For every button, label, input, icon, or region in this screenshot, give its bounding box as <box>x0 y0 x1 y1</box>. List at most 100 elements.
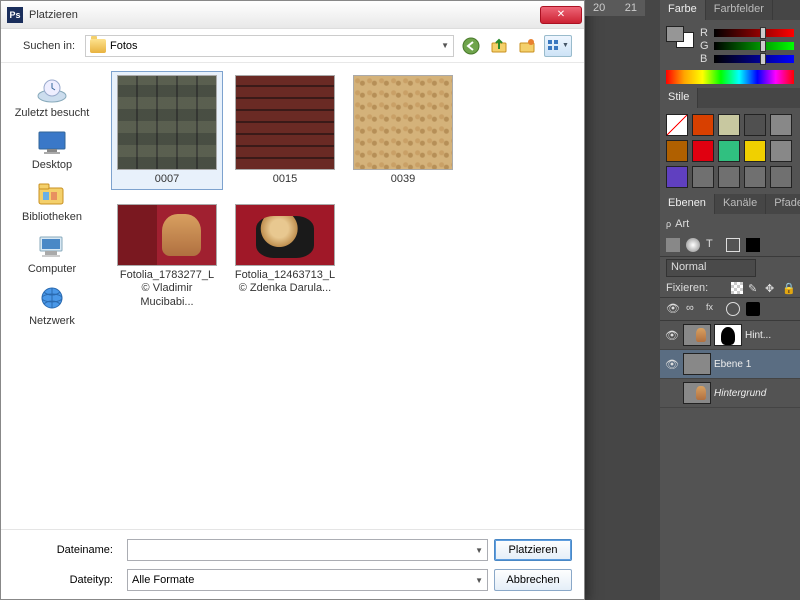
thumbnail-image <box>353 75 453 170</box>
layer-row[interactable]: 👁 Ebene 1 <box>660 350 800 379</box>
layer-name: Ebene 1 <box>714 359 796 370</box>
cancel-button[interactable]: Abbrechen <box>494 569 572 591</box>
chevron-down-icon: ▼ <box>475 546 483 555</box>
place-button[interactable]: Platzieren <box>494 539 572 561</box>
tab-kanaele[interactable]: Kanäle <box>715 194 766 214</box>
sidebar-item-network[interactable]: Netzwerk <box>29 283 75 327</box>
filter-adjust-icon[interactable] <box>686 238 700 252</box>
style-swatch[interactable] <box>744 166 766 188</box>
thumbnail-caption: 0007 <box>155 173 179 186</box>
style-swatch[interactable] <box>666 140 688 162</box>
sidebar-item-libraries[interactable]: Bibliotheken <box>22 179 82 223</box>
style-swatch[interactable] <box>744 140 766 162</box>
folder-select[interactable]: Fotos ▼ <box>85 35 454 57</box>
view-menu-button[interactable]: ▼ <box>544 35 572 57</box>
slider-r[interactable] <box>714 29 794 37</box>
spectrum-bar[interactable] <box>666 70 794 84</box>
sidebar-item-label: Bibliotheken <box>22 211 82 223</box>
tab-ebenen[interactable]: Ebenen <box>660 194 715 214</box>
style-swatch[interactable] <box>666 114 688 136</box>
sidebar-item-computer[interactable]: Computer <box>28 231 76 275</box>
thumbnail-item[interactable]: 0039 <box>347 71 459 190</box>
view-grid-icon <box>547 39 561 53</box>
filter-pixel-icon[interactable] <box>666 238 680 252</box>
chevron-down-icon: ▼ <box>562 42 569 49</box>
thumbnail-item[interactable]: Fotolia_1783277_L © Vladimir Mucibabi... <box>111 200 223 313</box>
style-swatch[interactable] <box>692 166 714 188</box>
thumbnail-item[interactable]: Fotolia_12463713_L © Zdenka Darula... <box>229 200 341 313</box>
mask-icon[interactable] <box>726 302 740 316</box>
back-icon <box>462 37 480 55</box>
filter-shape-icon[interactable] <box>726 238 740 252</box>
chevron-down-icon: ▼ <box>475 576 483 585</box>
tab-stile[interactable]: Stile <box>660 88 698 108</box>
blend-mode-select[interactable]: Normal <box>666 259 756 277</box>
layer-type-label: Art <box>675 218 689 230</box>
sidebar-item-label: Netzwerk <box>29 315 75 327</box>
style-swatch[interactable] <box>770 166 792 188</box>
thumbnail-caption: Fotolia_1783277_L © Vladimir Mucibabi... <box>115 269 219 309</box>
thumbnail-item[interactable]: 0007 <box>111 71 223 190</box>
close-button[interactable]: ✕ <box>540 6 582 24</box>
thumbnail-item[interactable]: 0015 <box>229 71 341 190</box>
lock-all-icon[interactable]: 🔒 <box>782 282 794 294</box>
styles-panel <box>660 108 800 194</box>
visibility-toggle[interactable]: 👁 <box>664 329 680 342</box>
layer-mask <box>714 324 742 346</box>
visibility-toggle[interactable]: 👁 <box>664 358 680 371</box>
style-swatch[interactable] <box>718 114 740 136</box>
style-swatch[interactable] <box>744 114 766 136</box>
sidebar-item-label: Zuletzt besucht <box>15 107 90 119</box>
filter-text-icon[interactable]: T <box>706 238 720 252</box>
thumbnail-caption: 0015 <box>273 173 297 186</box>
style-swatch[interactable] <box>692 140 714 162</box>
tab-farbfelder[interactable]: Farbfelder <box>706 0 773 20</box>
lock-paint-icon[interactable]: ✎ <box>748 282 760 294</box>
layer-top-icons-row: 👁 ∞ fx <box>660 298 800 321</box>
thumbnail-image <box>117 204 217 266</box>
new-folder-button[interactable] <box>516 35 538 57</box>
network-icon <box>34 283 70 313</box>
thumbnail-caption: 0039 <box>391 173 415 186</box>
style-swatch[interactable] <box>718 166 740 188</box>
layer-row[interactable]: 👁Hint... <box>660 321 800 350</box>
up-folder-icon <box>490 37 508 55</box>
back-button[interactable] <box>460 35 482 57</box>
link-icon[interactable]: ∞ <box>686 302 700 316</box>
tab-farbe[interactable]: Farbe <box>660 0 706 20</box>
fx-icon[interactable]: fx <box>706 302 720 316</box>
filename-label: Dateiname: <box>13 544 121 556</box>
tab-pfade[interactable]: Pfade <box>766 194 800 214</box>
thumbnail-image <box>235 75 335 170</box>
style-swatch[interactable] <box>770 114 792 136</box>
style-swatch[interactable] <box>666 166 688 188</box>
thumbnail-image <box>117 75 217 170</box>
sidebar-item-recent[interactable]: Zuletzt besucht <box>15 75 90 119</box>
filetype-select[interactable]: Alle Formate ▼ <box>127 569 488 591</box>
style-swatch[interactable] <box>770 140 792 162</box>
style-swatch[interactable] <box>718 140 740 162</box>
chevron-down-icon: ▼ <box>441 41 449 50</box>
filetype-label: Dateityp: <box>13 574 121 586</box>
slider-g[interactable] <box>714 42 794 50</box>
lock-transparent-icon[interactable] <box>731 282 743 294</box>
sidebar-item-label: Computer <box>28 263 76 275</box>
titlebar: Ps Platzieren ✕ <box>1 1 584 29</box>
shape-layer-icon[interactable] <box>746 302 760 316</box>
libraries-icon <box>34 179 70 209</box>
filter-smart-icon[interactable] <box>746 238 760 252</box>
eye-icon: 👁 <box>666 302 680 316</box>
layer-thumbnail <box>683 353 711 375</box>
slider-b[interactable] <box>714 55 794 63</box>
style-swatch[interactable] <box>692 114 714 136</box>
layer-row[interactable]: Hintergrund <box>660 379 800 408</box>
up-button[interactable] <box>488 35 510 57</box>
layers-panel-tabs: Ebenen Kanäle Pfade <box>660 194 800 214</box>
lock-move-icon[interactable]: ✥ <box>765 282 777 294</box>
foreground-swatch[interactable] <box>666 26 684 42</box>
search-row: Suchen in: Fotos ▼ ▼ <box>1 29 584 63</box>
layer-filter-icons: T <box>660 234 800 257</box>
fg-bg-swatches[interactable] <box>666 26 694 63</box>
sidebar-item-desktop[interactable]: Desktop <box>32 127 72 171</box>
filename-input[interactable]: ▼ <box>127 539 488 561</box>
